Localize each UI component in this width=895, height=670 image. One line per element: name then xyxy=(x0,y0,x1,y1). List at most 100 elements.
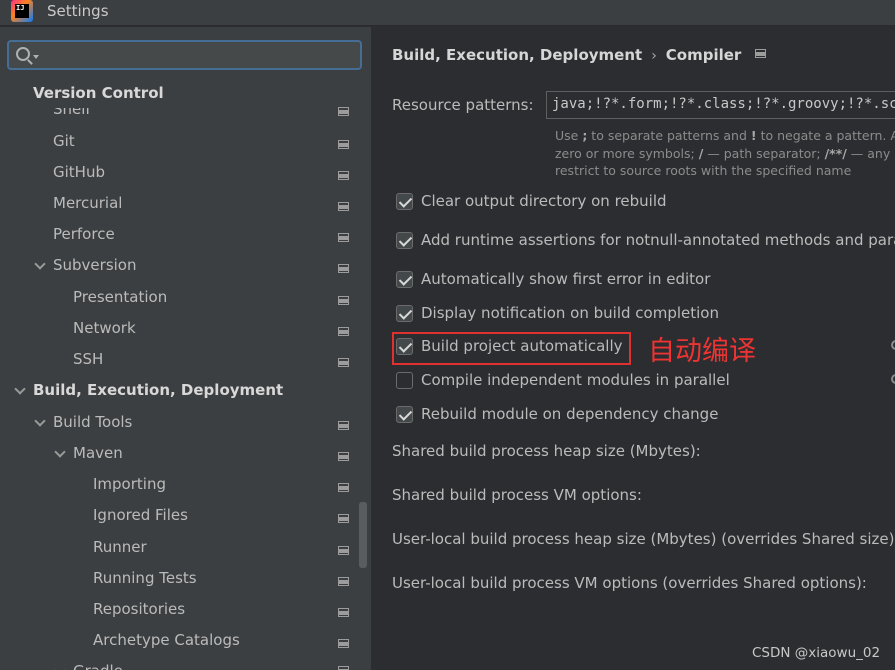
tree-item-label: Version Control xyxy=(33,84,164,102)
hint-text: Use xyxy=(555,128,583,143)
tree-item-label: Importing xyxy=(93,475,166,493)
help-icon[interactable] xyxy=(891,340,895,350)
tree-item-git[interactable]: Git xyxy=(53,132,75,156)
option-label: Display notification on build completion xyxy=(421,304,719,322)
project-settings-icon xyxy=(338,202,349,211)
checkbox[interactable] xyxy=(396,405,413,423)
tree-item-label: Build, Execution, Deployment xyxy=(33,381,284,399)
checkbox[interactable] xyxy=(396,304,413,322)
resource-patterns-hint: Use ; to separate patterns and ! to nega… xyxy=(555,126,895,180)
tree-item-gradle[interactable]: Gradle xyxy=(73,662,123,670)
user-heap-size-label: User-local build process heap size (Mbyt… xyxy=(392,530,895,548)
breadcrumb-separator: › xyxy=(651,48,657,64)
hint-text: — any n xyxy=(850,146,895,161)
option-label: Clear output directory on rebuild xyxy=(421,192,667,210)
tree-item-runner[interactable]: Runner xyxy=(93,538,147,562)
hint-text: — path separator; xyxy=(703,146,825,161)
tree-item-label: Git xyxy=(53,132,75,150)
tree-item-label: Ignored Files xyxy=(93,506,188,524)
checkbox[interactable] xyxy=(396,231,413,249)
project-settings-icon xyxy=(338,421,349,430)
checkbox[interactable] xyxy=(396,270,413,288)
tree-item-github[interactable]: GitHub xyxy=(53,163,105,187)
project-settings-icon xyxy=(338,514,349,523)
runtime-assertions-option[interactable]: Add runtime assertions for notnull-annot… xyxy=(396,228,895,252)
title-bar: IJ Settings xyxy=(0,0,895,26)
show-first-error-option[interactable]: Automatically show first error in editor xyxy=(396,267,710,291)
project-settings-icon xyxy=(338,264,349,273)
help-icon[interactable] xyxy=(891,374,895,384)
project-settings-icon xyxy=(338,233,349,242)
tree-item-running-tests[interactable]: Running Tests xyxy=(93,569,197,593)
chevron-right-icon[interactable] xyxy=(54,665,66,670)
tree-item-repositories[interactable]: Repositories xyxy=(93,600,185,624)
tree-item-perforce[interactable]: Perforce xyxy=(53,225,115,249)
project-settings-icon xyxy=(338,107,349,116)
highlight-box xyxy=(392,332,631,365)
intellij-app-icon: IJ xyxy=(11,0,33,22)
shared-heap-size-label: Shared build process heap size (Mbytes): xyxy=(392,442,701,460)
chevron-down-icon[interactable] xyxy=(14,383,26,395)
annotation-label: 自动编译 xyxy=(648,336,756,367)
resource-patterns-input[interactable]: java;!?*.form;!?*.class;!?*.groovy;!?*.s… xyxy=(546,91,895,119)
hint-text: /**/ xyxy=(824,146,847,161)
hint-text: zero or more symbols; xyxy=(555,146,699,161)
parallel-compile-option[interactable]: Compile independent modules in parallel xyxy=(396,368,730,392)
checkbox[interactable] xyxy=(396,192,413,210)
tree-item-build-execution-deployment[interactable]: Build, Execution, Deployment xyxy=(33,381,283,405)
tree-item-label: Repositories xyxy=(93,600,186,618)
project-settings-icon xyxy=(338,577,349,586)
tree-item-build-tools[interactable]: Build Tools xyxy=(53,413,132,437)
tree-item-maven[interactable]: Maven xyxy=(73,444,123,468)
tree-item-ssh[interactable]: SSH xyxy=(73,350,103,374)
tree-item-label: Archetype Catalogs xyxy=(93,631,240,649)
chevron-down-icon[interactable] xyxy=(54,446,66,458)
tree-item-label: Presentation xyxy=(73,288,168,306)
sidebar-scrollbar[interactable] xyxy=(359,502,367,568)
chevron-down-icon[interactable] xyxy=(33,55,39,59)
project-settings-icon xyxy=(755,49,767,58)
tree-item-label: GitHub xyxy=(53,163,105,181)
hint-text: to separate patterns and xyxy=(587,128,751,143)
user-vm-options-label: User-local build process VM options (ove… xyxy=(392,574,867,592)
breadcrumb-current: Compiler xyxy=(665,46,742,64)
project-settings-icon xyxy=(338,483,349,492)
checkbox[interactable] xyxy=(396,371,413,389)
tree-item-ignored-files[interactable]: Ignored Files xyxy=(93,506,188,530)
clear-output-option[interactable]: Clear output directory on rebuild xyxy=(396,189,667,213)
option-label: Automatically show first error in editor xyxy=(421,270,711,288)
window-title: Settings xyxy=(47,1,109,20)
tree-item-version-control[interactable]: Version Control xyxy=(33,84,164,108)
option-label: Rebuild module on dependency change xyxy=(421,405,719,423)
project-settings-icon xyxy=(338,639,349,648)
tree-item-importing[interactable]: Importing xyxy=(93,475,166,499)
breadcrumb: Build, Execution, Deployment › Compiler xyxy=(392,46,767,64)
tree-item-network[interactable]: Network xyxy=(73,319,136,343)
option-label: Compile independent modules in parallel xyxy=(421,371,730,389)
project-settings-icon xyxy=(338,546,349,555)
chevron-down-icon[interactable] xyxy=(34,258,46,270)
search-icon xyxy=(16,47,30,61)
tree-item-mercurial[interactable]: Mercurial xyxy=(53,194,122,218)
chevron-down-icon[interactable] xyxy=(34,415,46,427)
settings-sidebar: Version Control Shelf Git GitHub Mercuri… xyxy=(0,27,371,670)
project-settings-icon xyxy=(338,296,349,305)
rebuild-on-dependency-option[interactable]: Rebuild module on dependency change xyxy=(396,402,718,426)
tree-item-presentation[interactable]: Presentation xyxy=(73,288,167,312)
build-notification-option[interactable]: Display notification on build completion xyxy=(396,301,719,325)
hint-text: to negate a pattern. Ac xyxy=(756,128,895,143)
watermark: CSDN @xiaowu_02 xyxy=(752,645,881,661)
breadcrumb-parent[interactable]: Build, Execution, Deployment xyxy=(392,46,642,64)
project-settings-icon xyxy=(338,452,349,461)
settings-content: Build, Execution, Deployment › Compiler Re… xyxy=(371,27,895,670)
tree-item-archetype-catalogs[interactable]: Archetype Catalogs xyxy=(93,631,240,655)
search-input[interactable] xyxy=(7,40,362,70)
tree-item-label: Mercurial xyxy=(53,194,123,212)
tree-item-subversion[interactable]: Subversion xyxy=(53,256,137,280)
project-settings-icon xyxy=(338,140,349,149)
hint-text: restrict to source roots with the specif… xyxy=(555,163,852,178)
tree-item-label: Gradle xyxy=(73,662,123,670)
shared-vm-options-label: Shared build process VM options: xyxy=(392,486,642,504)
project-settings-icon xyxy=(338,608,349,617)
option-label: Add runtime assertions for notnull-annot… xyxy=(421,231,895,249)
